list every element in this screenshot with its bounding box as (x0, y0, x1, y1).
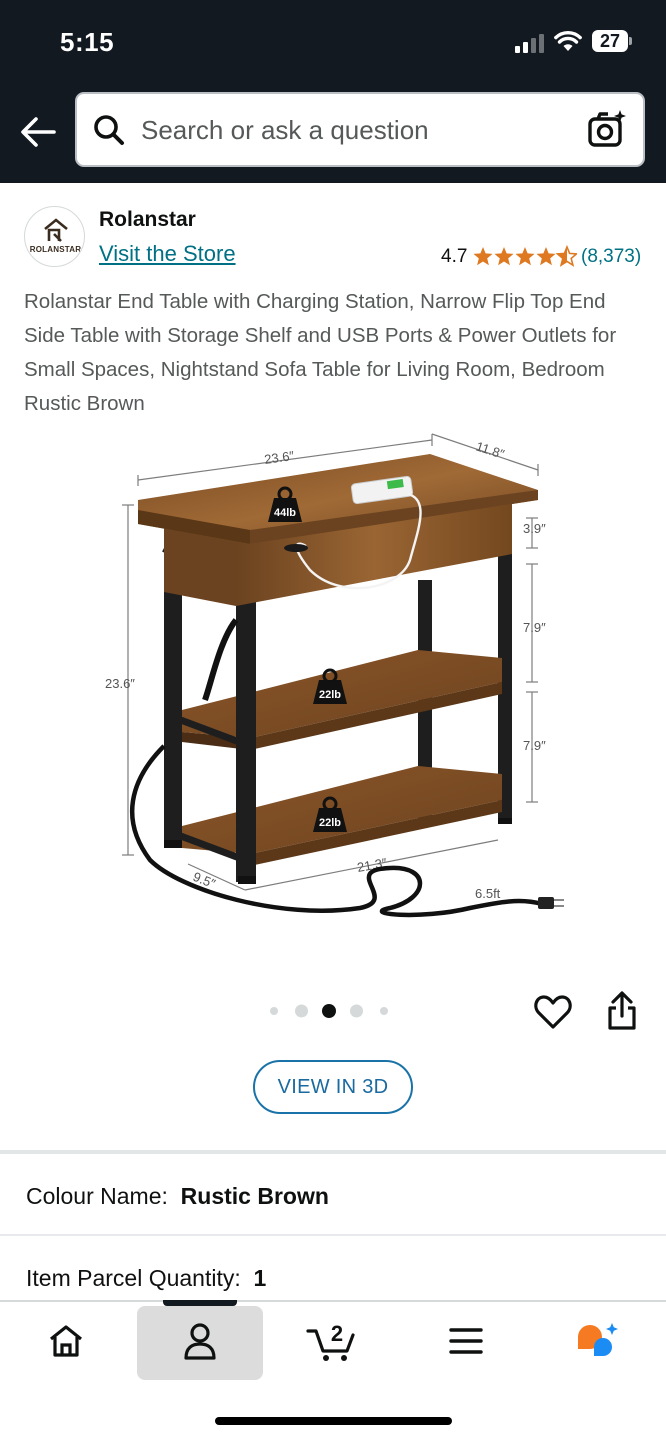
middle-load-label: 22lb (319, 689, 341, 701)
brand-logo[interactable]: ROLANSTAR (24, 206, 85, 267)
dimension-depth-top: 11.8″ (474, 439, 507, 462)
menu-icon (449, 1328, 483, 1354)
dimension-width-top: 23.6″ (263, 448, 295, 467)
camera-search-icon[interactable] (587, 108, 629, 150)
account-icon (184, 1323, 216, 1360)
search-icon (94, 115, 124, 145)
nav-cart[interactable]: 2 (292, 1302, 372, 1380)
battery-icon: 27 (592, 30, 632, 52)
cart-icon: 2 (306, 1321, 355, 1361)
brand-logo-text: ROLANSTAR (29, 245, 82, 254)
dimension-shelf-gap-1: 7.9″ (523, 620, 546, 635)
top-load-label: 44lb (274, 507, 296, 519)
row-divider (0, 1234, 666, 1236)
item-parcel-quantity-row[interactable]: Item Parcel Quantity: 1 (26, 1265, 266, 1292)
nav-home[interactable] (26, 1302, 106, 1380)
rating-stars-icon[interactable] (473, 244, 577, 268)
product-title: Rolanstar End Table with Charging Statio… (24, 290, 617, 415)
cellular-signal-icon (515, 31, 547, 53)
home-indicator (215, 1417, 452, 1425)
bottom-load-label: 22lb (319, 817, 341, 829)
nav-account[interactable] (137, 1302, 263, 1380)
attribute-value: 1 (253, 1265, 267, 1291)
search-input[interactable] (141, 106, 561, 154)
carousel-dot-active[interactable] (322, 1004, 336, 1018)
carousel-dot[interactable] (350, 1004, 363, 1018)
nav-rufus[interactable] (558, 1302, 638, 1380)
search-bar[interactable] (75, 92, 645, 167)
view-in-3d-button[interactable]: VIEW IN 3D (253, 1060, 413, 1114)
rufus-icon (578, 1323, 618, 1356)
nav-menu[interactable] (426, 1302, 506, 1380)
rating-value: 4.7 (441, 246, 468, 267)
wifi-icon (554, 30, 582, 51)
rating-count-link[interactable]: (8,373) (581, 246, 641, 268)
brand-name[interactable]: Rolanstar (99, 208, 196, 232)
battery-level: 27 (592, 30, 628, 52)
dimension-height: 23.6″ (105, 676, 135, 691)
dimension-drawer: 3.9″ (523, 521, 546, 536)
header: 5:15 27 (0, 0, 666, 183)
cart-count: 2 (331, 1321, 343, 1346)
home-icon (50, 1325, 82, 1357)
colour-name-row[interactable]: Colour Name: Rustic Brown (26, 1183, 329, 1210)
dimension-shelf-gap-2: 7.9″ (523, 738, 546, 753)
carousel-dot[interactable] (295, 1004, 308, 1018)
share-icon[interactable] (602, 990, 642, 1032)
carousel-dot[interactable] (270, 1007, 278, 1015)
brand-logo-mark (44, 218, 68, 242)
product-image[interactable]: 23.6″ 11.8″ 23.6″ 3.9″ 7.9″ 7.9″ 9.5″ 21… (100, 420, 570, 920)
status-time: 5:15 (60, 27, 115, 57)
wishlist-heart-icon[interactable] (533, 992, 573, 1032)
section-divider (0, 1150, 666, 1154)
carousel-dot[interactable] (380, 1007, 388, 1015)
back-arrow-icon[interactable] (18, 112, 58, 152)
cord-length-label: 6.5ft (475, 886, 501, 901)
attribute-label: Colour Name: (26, 1183, 168, 1209)
image-carousel-dots[interactable] (270, 1002, 400, 1020)
visit-store-link[interactable]: Visit the Store (99, 241, 236, 267)
attribute-value: Rustic Brown (180, 1183, 329, 1209)
attribute-label: Item Parcel Quantity: (26, 1265, 241, 1291)
